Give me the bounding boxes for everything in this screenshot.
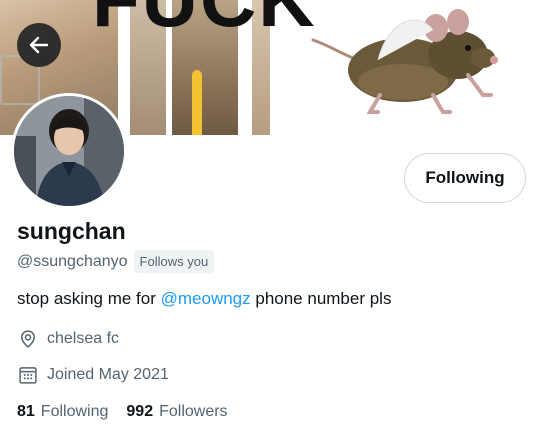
display-name: sungchan xyxy=(17,218,126,244)
follow-stats: 81 Following 992 Followers xyxy=(17,403,228,421)
location-text: chelsea fc xyxy=(47,330,120,347)
banner-meme-text: FUCK xyxy=(92,0,317,38)
bio-mention-link[interactable]: @meowngz xyxy=(161,289,251,308)
avatar[interactable] xyxy=(11,93,127,209)
handle-row: @ssungchanyo Follows you xyxy=(17,250,215,273)
joined-row: Joined May 2021 xyxy=(17,364,169,386)
middle-finger-shape xyxy=(192,70,202,135)
following-stat-link[interactable]: 81 Following xyxy=(17,403,108,421)
calendar-icon xyxy=(17,364,39,386)
followers-stat-link[interactable]: 992 Followers xyxy=(126,403,227,421)
profile-bio: stop asking me for @meowngz phone number… xyxy=(17,289,391,309)
rat-image xyxy=(311,9,498,114)
following-button[interactable]: Following xyxy=(404,153,526,203)
arrow-left-icon xyxy=(29,36,49,54)
joined-date-text: Joined May 2021 xyxy=(47,366,169,383)
location-row: chelsea fc xyxy=(17,328,119,350)
location-pin-icon xyxy=(17,328,39,350)
bio-text-suffix: phone number pls xyxy=(250,289,392,308)
following-count: 81 xyxy=(17,403,35,420)
avatar-person-illustration xyxy=(14,96,124,206)
back-button[interactable] xyxy=(17,23,61,67)
followers-count: 992 xyxy=(126,403,154,420)
following-label: Following xyxy=(40,403,109,420)
followers-label: Followers xyxy=(159,403,228,420)
bio-text-prefix: stop asking me for xyxy=(17,289,161,308)
username-handle: @ssungchanyo xyxy=(17,252,128,270)
follows-you-badge: Follows you xyxy=(133,250,215,273)
avatar-photo xyxy=(14,96,124,206)
